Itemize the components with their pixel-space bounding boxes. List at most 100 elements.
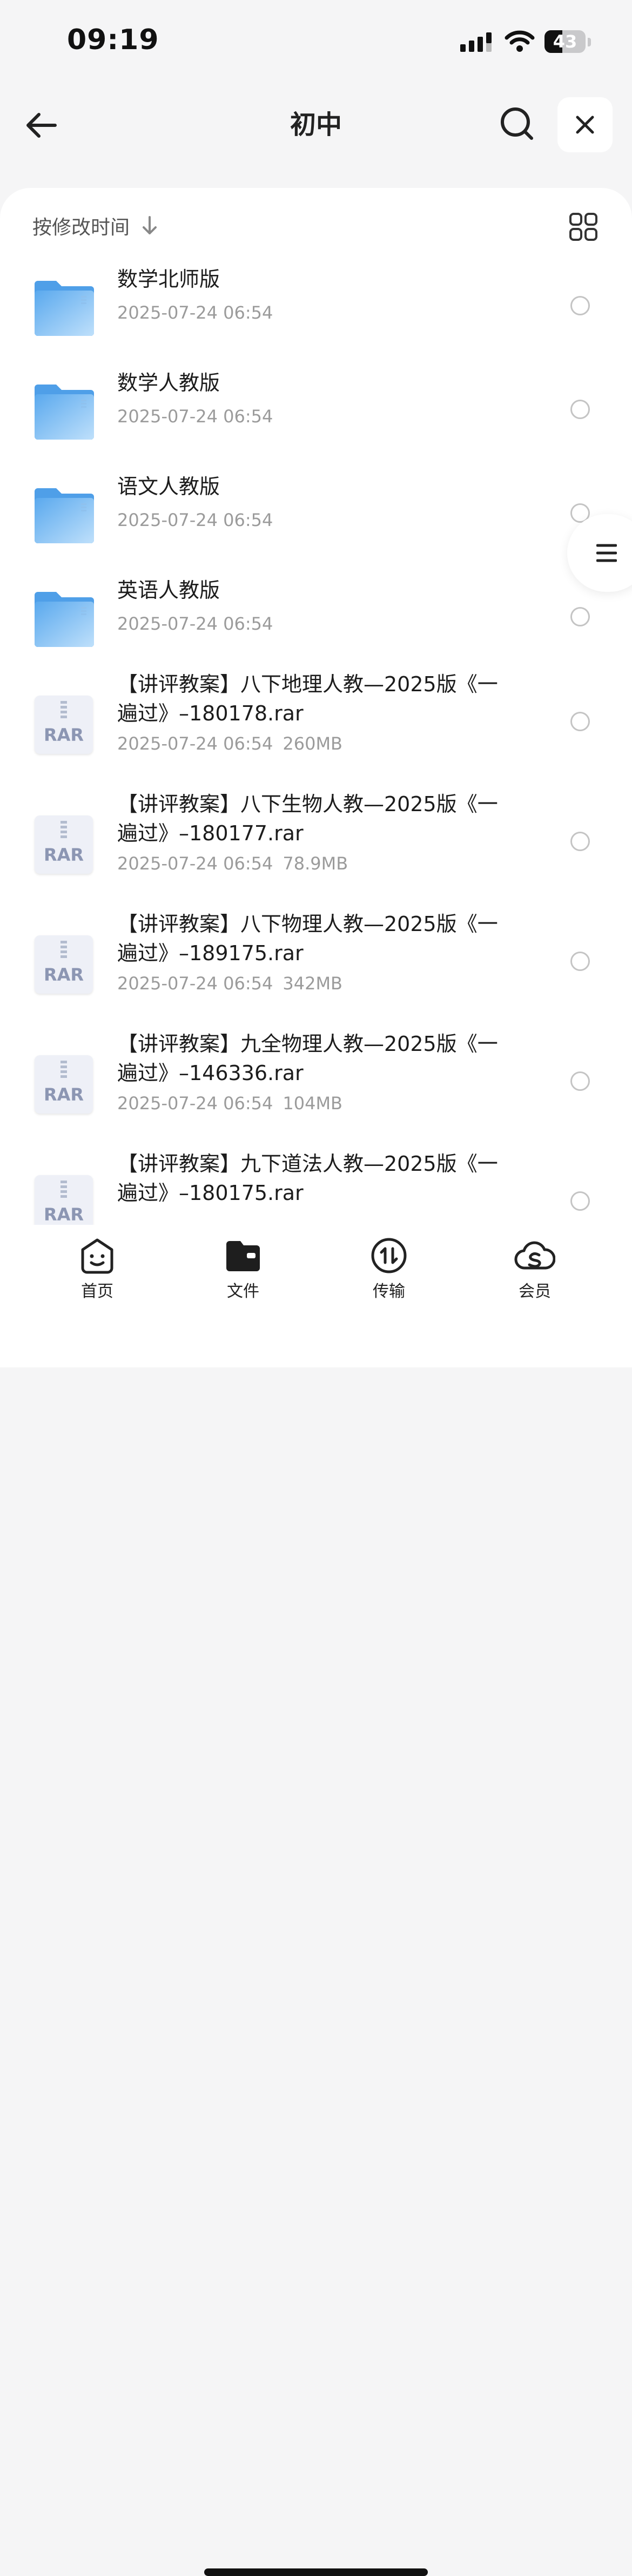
battery-icon: 43 bbox=[544, 30, 586, 53]
bottom-tab-bar: 首页 文件 传输 会员 bbox=[0, 1225, 632, 2576]
close-button[interactable] bbox=[557, 97, 613, 152]
select-checkbox[interactable] bbox=[570, 1071, 590, 1091]
zipper-icon bbox=[60, 1061, 67, 1078]
file-date: 2025-07-24 06:54 bbox=[117, 613, 273, 634]
arrow-down-icon bbox=[143, 216, 157, 234]
rar-label: RAR bbox=[43, 1204, 84, 1225]
home-face-icon bbox=[81, 1238, 113, 1274]
rar-label: RAR bbox=[43, 845, 84, 865]
search-button[interactable] bbox=[499, 106, 540, 147]
file-name: 语文人教版 bbox=[117, 475, 220, 498]
file-meta: 2025-07-24 06:54 bbox=[117, 510, 283, 530]
folder-icon bbox=[35, 385, 94, 440]
folder-icon bbox=[226, 1241, 260, 1271]
tab-home-label: 首页 bbox=[81, 1282, 113, 1301]
file-date: 2025-07-24 06:54 bbox=[117, 302, 273, 323]
cellular-signal-icon bbox=[460, 32, 492, 52]
select-checkbox[interactable] bbox=[570, 296, 590, 315]
view-toggle-button[interactable] bbox=[568, 212, 599, 244]
file-row[interactable]: RAR 【讲评教案】八下物理人教—2025版《一遍过》–189175.rar 202… bbox=[0, 909, 632, 1029]
file-list-panel: 按修改时间 数学北师版 2025-07-24 06:54 数学人教版 2025-07-… bbox=[0, 188, 632, 1225]
tab-files-label: 文件 bbox=[227, 1282, 259, 1301]
status-bar: 09:19 43 bbox=[0, 0, 632, 81]
rar-label: RAR bbox=[43, 725, 84, 745]
file-name: 【讲评教案】九全物理人教—2025版《一遍过》–146336.rar bbox=[117, 1032, 498, 1085]
arrow-left-icon bbox=[26, 113, 57, 138]
file-meta: 2025-07-24 06:54 bbox=[117, 406, 283, 427]
file-size: 78.9MB bbox=[283, 853, 348, 874]
select-checkbox[interactable] bbox=[570, 952, 590, 971]
transfer-icon bbox=[371, 1238, 407, 1273]
sort-label: 按修改时间 bbox=[32, 217, 130, 239]
battery-cap bbox=[588, 38, 591, 46]
close-icon bbox=[576, 116, 594, 134]
battery-level: 43 bbox=[553, 31, 577, 52]
folder-row[interactable]: 数学人教版 2025-07-24 06:54 bbox=[0, 356, 632, 460]
file-date: 2025-07-24 06:54 bbox=[117, 973, 273, 994]
rar-file-icon: RAR bbox=[35, 1175, 93, 1225]
file-row[interactable]: RAR 【讲评教案】九下道法人教—2025版《一遍过》–180175.rar bbox=[0, 1149, 632, 1225]
file-meta: 2025-07-24 06:54 bbox=[117, 613, 283, 634]
file-name: 【讲评教案】八下物理人教—2025版《一遍过》–189175.rar bbox=[117, 912, 498, 965]
file-meta: 2025-07-24 06:54 78.9MB bbox=[117, 853, 348, 874]
file-meta: 2025-07-24 06:54 260MB bbox=[117, 733, 342, 754]
grid-icon bbox=[569, 213, 597, 241]
menu-icon bbox=[596, 544, 617, 562]
file-date: 2025-07-24 06:54 bbox=[117, 406, 273, 427]
file-name: 英语人教版 bbox=[117, 578, 220, 602]
rar-label: RAR bbox=[43, 1084, 84, 1105]
rar-file-icon: RAR bbox=[35, 696, 93, 754]
tab-vip[interactable]: 会员 bbox=[481, 1237, 589, 1302]
file-row[interactable]: RAR 【讲评教案】八下地理人教—2025版《一遍过》–180178.rar 202… bbox=[0, 670, 632, 790]
file-date: 2025-07-24 06:54 bbox=[117, 510, 273, 530]
zipper-icon bbox=[60, 1181, 67, 1198]
file-name: 数学人教版 bbox=[117, 371, 220, 395]
rar-file-icon: RAR bbox=[35, 1055, 93, 1114]
select-checkbox[interactable] bbox=[570, 400, 590, 419]
back-button[interactable] bbox=[24, 106, 67, 144]
zipper-icon bbox=[60, 701, 67, 718]
file-row[interactable]: RAR 【讲评教案】九全物理人教—2025版《一遍过》–146336.rar 202… bbox=[0, 1029, 632, 1149]
rar-file-icon: RAR bbox=[35, 935, 93, 994]
file-size: 104MB bbox=[283, 1093, 342, 1114]
zipper-icon bbox=[60, 821, 67, 838]
folder-icon bbox=[35, 592, 94, 647]
status-time: 09:19 bbox=[67, 24, 159, 56]
file-name: 【讲评教案】八下生物人教—2025版《一遍过》–180177.rar bbox=[117, 792, 498, 845]
tab-transfer-label: 传输 bbox=[373, 1282, 405, 1301]
tab-home[interactable]: 首页 bbox=[43, 1237, 151, 1302]
file-meta: 2025-07-24 06:54 104MB bbox=[117, 1093, 342, 1114]
folder-icon bbox=[35, 281, 94, 336]
file-date: 2025-07-24 06:54 bbox=[117, 853, 273, 874]
cloud-vip-icon bbox=[514, 1241, 555, 1270]
select-checkbox[interactable] bbox=[570, 712, 590, 731]
tab-transfer[interactable]: 传输 bbox=[335, 1237, 443, 1302]
folder-icon bbox=[35, 488, 94, 543]
file-meta: 2025-07-24 06:54 bbox=[117, 302, 283, 323]
zipper-icon bbox=[60, 941, 67, 958]
folder-row[interactable]: 英语人教版 2025-07-24 06:54 bbox=[0, 564, 632, 667]
select-checkbox[interactable] bbox=[570, 832, 590, 851]
file-size: 260MB bbox=[283, 733, 342, 754]
file-name: 数学北师版 bbox=[117, 267, 220, 291]
file-date: 2025-07-24 06:54 bbox=[117, 733, 273, 754]
tab-vip-label: 会员 bbox=[519, 1282, 551, 1301]
select-checkbox[interactable] bbox=[570, 607, 590, 626]
wifi-icon bbox=[505, 30, 535, 52]
file-meta: 2025-07-24 06:54 342MB bbox=[117, 973, 342, 994]
file-row[interactable]: RAR 【讲评教案】八下生物人教—2025版《一遍过》–180177.rar 202… bbox=[0, 790, 632, 909]
home-indicator bbox=[204, 2568, 428, 2576]
sort-selector[interactable]: 按修改时间 bbox=[32, 210, 158, 242]
file-name: 【讲评教案】八下地理人教—2025版《一遍过》–180178.rar bbox=[117, 672, 498, 725]
rar-label: RAR bbox=[43, 965, 84, 985]
folder-row[interactable]: 数学北师版 2025-07-24 06:54 bbox=[0, 253, 632, 356]
rar-file-icon: RAR bbox=[35, 815, 93, 874]
file-meta bbox=[117, 1213, 127, 1225]
select-checkbox[interactable] bbox=[570, 1191, 590, 1211]
tab-files[interactable]: 文件 bbox=[189, 1237, 297, 1302]
file-date: 2025-07-24 06:54 bbox=[117, 1093, 273, 1114]
file-size: 342MB bbox=[283, 973, 342, 994]
folder-row[interactable]: 语文人教版 2025-07-24 06:54 bbox=[0, 460, 632, 564]
file-name: 【讲评教案】九下道法人教—2025版《一遍过》–180175.rar bbox=[117, 1152, 498, 1205]
search-icon bbox=[501, 107, 533, 140]
